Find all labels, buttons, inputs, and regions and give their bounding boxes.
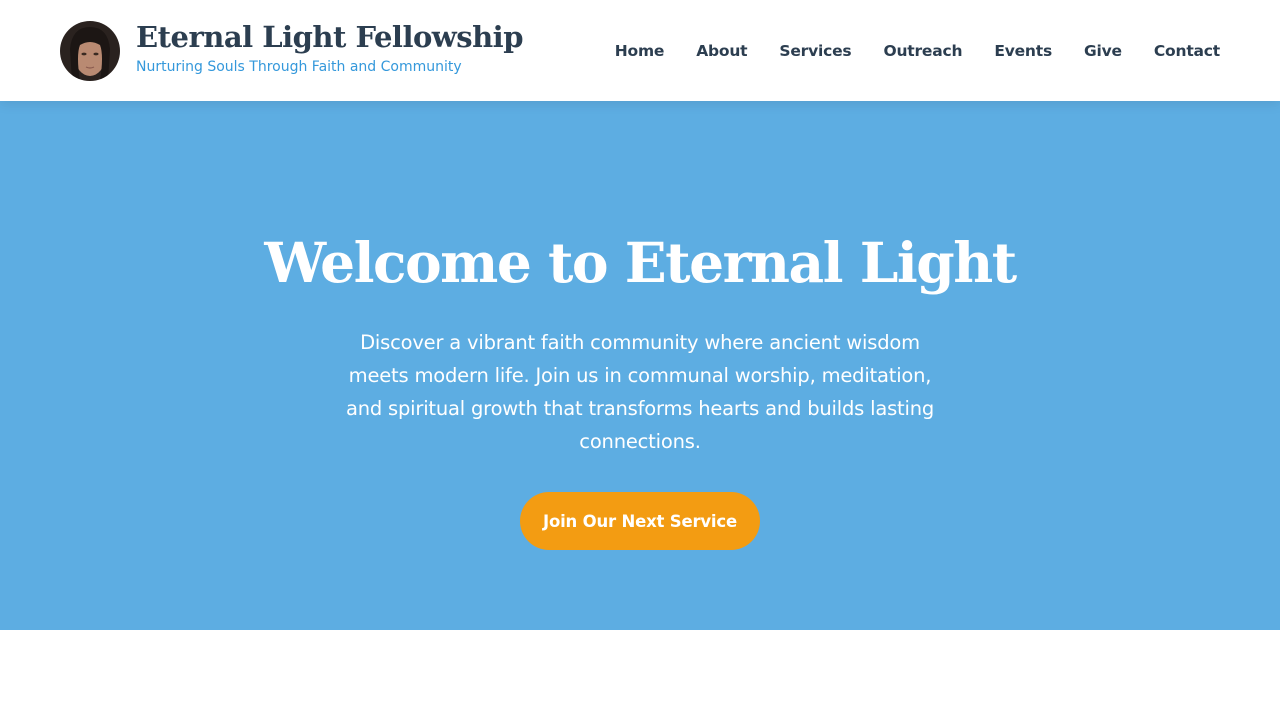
brand-text: Eternal Light Fellowship Nurturing Souls…	[136, 21, 523, 75]
avatar	[60, 20, 120, 81]
nav-item-services[interactable]: Services	[779, 42, 851, 60]
hero-description: Discover a vibrant faith community where…	[345, 331, 935, 453]
site-title[interactable]: Eternal Light Fellowship	[136, 21, 523, 55]
site-tagline: Nurturing Souls Through Faith and Commun…	[136, 58, 462, 75]
site-header: Eternal Light Fellowship Nurturing Souls…	[0, 0, 1280, 101]
hero-title: Welcome to Eternal Light	[264, 230, 1017, 295]
brand[interactable]: Eternal Light Fellowship Nurturing Souls…	[60, 20, 523, 81]
portrait-image	[60, 20, 120, 81]
nav-item-contact[interactable]: Contact	[1154, 42, 1220, 60]
join-service-button[interactable]: Join Our Next Service	[520, 492, 760, 550]
nav-item-outreach[interactable]: Outreach	[883, 42, 962, 60]
hero-section: Welcome to Eternal Light Discover a vibr…	[0, 101, 1280, 630]
main-nav: Home About Services Outreach Events Give…	[583, 42, 1220, 60]
nav-item-about[interactable]: About	[696, 42, 747, 60]
nav-item-events[interactable]: Events	[994, 42, 1052, 60]
nav-item-give[interactable]: Give	[1084, 42, 1122, 60]
nav-item-home[interactable]: Home	[615, 42, 665, 60]
